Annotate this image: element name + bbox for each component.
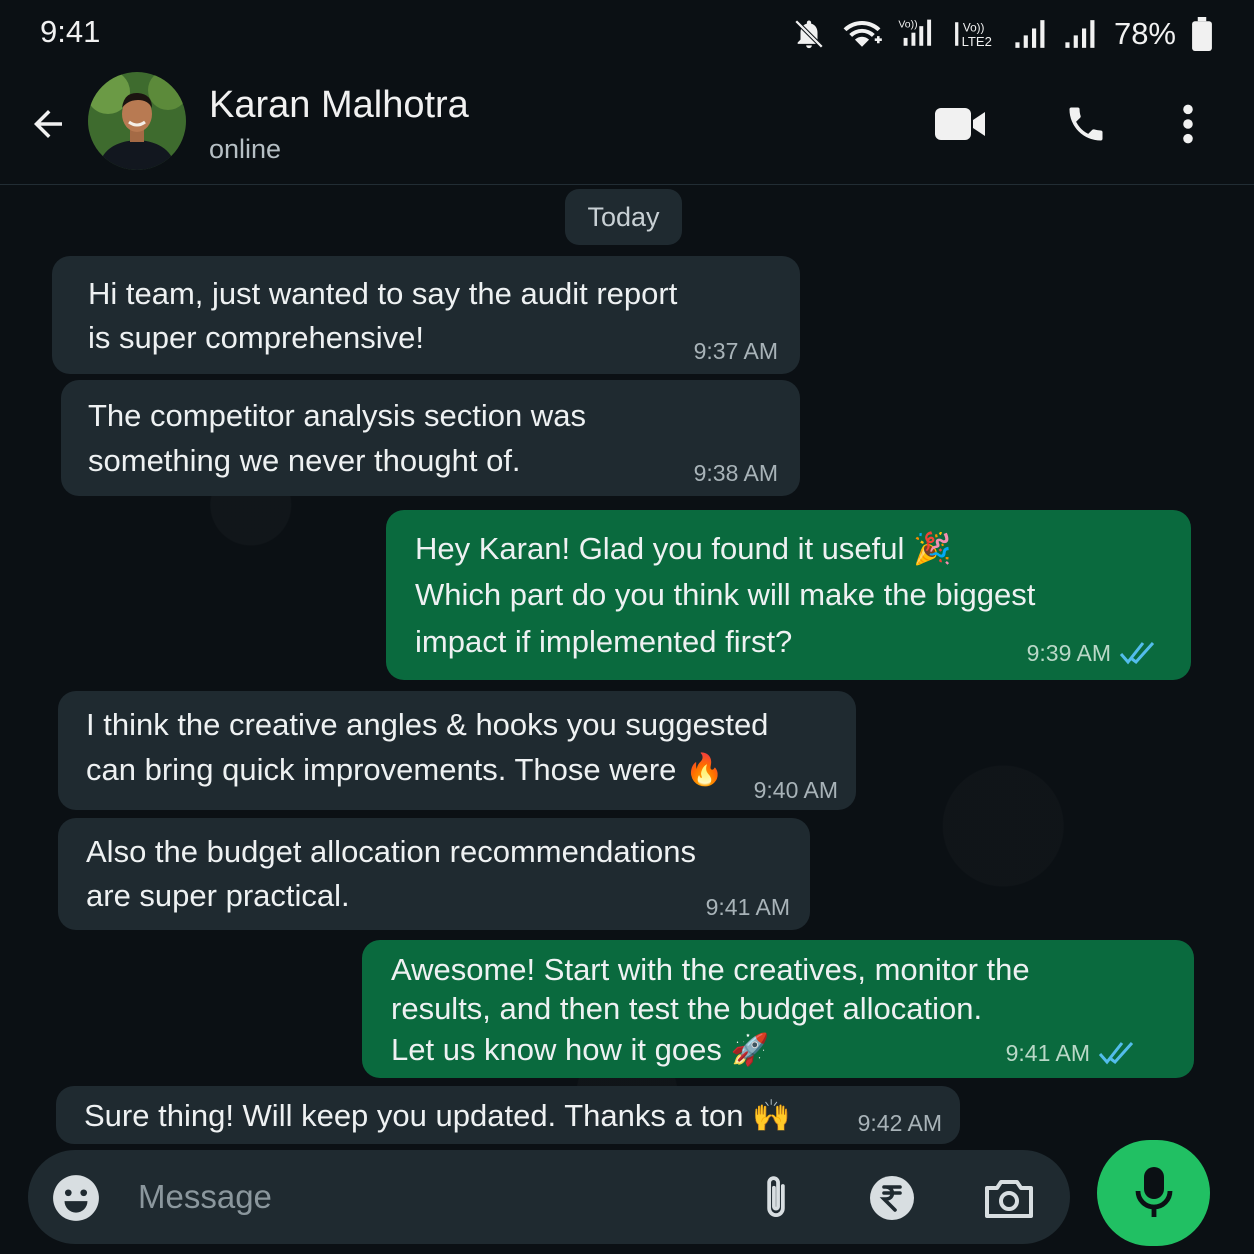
status-bar: 9:41 Vo)) Vo)) LTE2 78% <box>0 0 1254 68</box>
message-text-line: impact if implemented first? <box>415 624 793 659</box>
message-text-line: Also the budget allocation recommendatio… <box>86 834 697 869</box>
contact-status: online <box>209 134 282 164</box>
battery-icon <box>1190 17 1214 51</box>
mic-icon <box>1135 1167 1172 1217</box>
emoji-button[interactable] <box>50 1172 102 1224</box>
attach-button[interactable] <box>750 1172 802 1224</box>
status-icons: Vo)) Vo)) LTE2 78% <box>792 12 1214 56</box>
camera-icon <box>985 1180 1033 1218</box>
message-text-line: Which part do you think will make the bi… <box>415 577 1036 612</box>
message-text-line: Awesome! Start with the creatives, monit… <box>391 952 1030 987</box>
svg-text:Vo)): Vo)) <box>963 21 985 34</box>
message-time: 9:39 AM <box>1026 640 1111 666</box>
back-button[interactable] <box>22 98 74 150</box>
message-text-line: can bring quick improvements. Those were… <box>86 752 724 787</box>
message-time: 9:37 AM <box>693 338 778 364</box>
message-text-line: results, and then test the budget alloca… <box>391 991 983 1026</box>
message-bubble-incoming[interactable]: I think the creative angles & hooks you … <box>58 691 856 810</box>
wifi-icon <box>840 17 884 51</box>
read-ticks-icon <box>1119 641 1155 665</box>
signal-sim1-icon: Vo)) <box>898 17 938 51</box>
message-composer: Message <box>28 1150 1070 1244</box>
payment-button[interactable] <box>866 1172 918 1224</box>
message-bubble-incoming[interactable]: Hi team, just wanted to say the audit re… <box>52 256 800 374</box>
chat-header: Karan Malhotra online <box>0 68 1254 185</box>
battery-percent: 78% <box>1113 16 1176 51</box>
message-text-line: I think the creative angles & hooks you … <box>86 707 769 742</box>
message-text-line: The competitor analysis section was <box>88 398 586 433</box>
message-text-line: Sure thing! Will keep you updated. Thank… <box>84 1098 791 1133</box>
camera-button[interactable] <box>983 1172 1035 1224</box>
more-vert-icon <box>1183 104 1193 144</box>
back-arrow-icon <box>34 110 62 138</box>
signal-sim2-icon <box>1014 17 1050 51</box>
message-text-line: Hey Karan! Glad you found it useful 🎉 <box>415 531 952 566</box>
message-input[interactable]: Message <box>138 1178 272 1216</box>
phone-icon <box>1069 107 1103 141</box>
message-time: 9:38 AM <box>693 460 778 486</box>
signal-sim3-icon <box>1064 17 1100 51</box>
message-time: 9:41 AM <box>1005 1040 1090 1066</box>
message-bubble-outgoing[interactable]: Awesome! Start with the creatives, monit… <box>362 940 1194 1078</box>
message-bubble-outgoing[interactable]: Hey Karan! Glad you found it useful 🎉 Wh… <box>386 510 1191 680</box>
message-bubble-incoming[interactable]: The competitor analysis section was some… <box>61 380 800 496</box>
message-text-line: Let us know how it goes 🚀 <box>391 1032 770 1067</box>
video-call-icon <box>935 108 985 140</box>
status-time: 9:41 <box>40 14 101 49</box>
message-text-line: is super comprehensive! <box>88 320 424 355</box>
attach-icon <box>767 1176 785 1218</box>
message-time: 9:42 AM <box>857 1110 942 1136</box>
avatar[interactable] <box>88 72 186 170</box>
mute-bell-icon <box>792 17 826 51</box>
message-text-line: are super practical. <box>86 878 350 913</box>
message-bubble-incoming[interactable]: Also the budget allocation recommendatio… <box>58 818 810 930</box>
message-text-line: something we never thought of. <box>88 443 521 478</box>
rupee-payment-icon <box>870 1176 914 1220</box>
message-time: 9:40 AM <box>753 777 838 803</box>
message-time: 9:41 AM <box>705 894 790 920</box>
message-bubble-incoming[interactable]: Sure thing! Will keep you updated. Thank… <box>56 1086 960 1144</box>
lte2-icon: Vo)) LTE2 <box>952 17 1000 51</box>
date-divider: Today <box>565 189 682 245</box>
message-text-line: Hi team, just wanted to say the audit re… <box>88 276 678 311</box>
video-call-button[interactable] <box>933 96 989 152</box>
voice-call-button[interactable] <box>1058 96 1114 152</box>
contact-name[interactable]: Karan Malhotra <box>209 84 469 127</box>
read-ticks-icon <box>1098 1041 1134 1065</box>
more-options-button[interactable] <box>1160 96 1216 152</box>
svg-text:Vo)): Vo)) <box>898 19 917 30</box>
emoji-icon <box>53 1175 99 1221</box>
svg-text:LTE2: LTE2 <box>962 34 992 49</box>
voice-message-button[interactable] <box>1097 1140 1210 1246</box>
